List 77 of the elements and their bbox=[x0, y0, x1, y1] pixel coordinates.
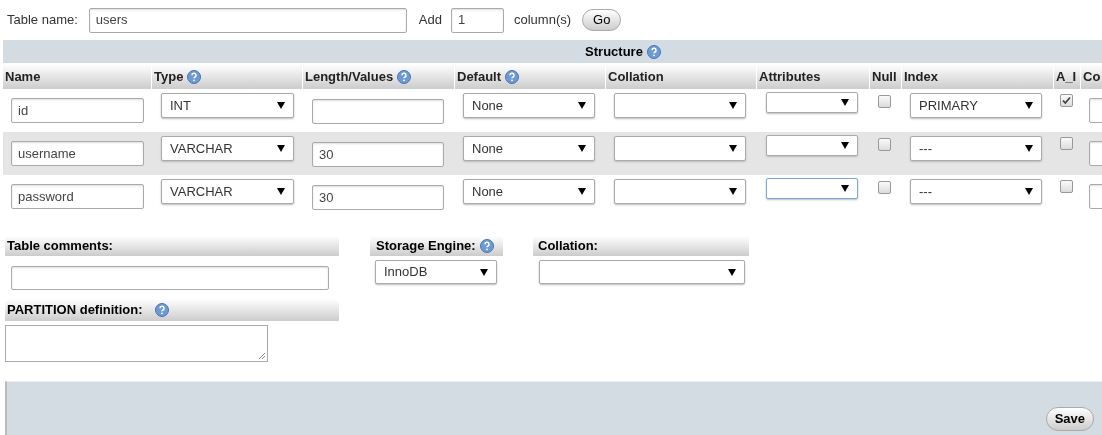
column-header: Default bbox=[455, 64, 605, 89]
dropdown[interactable]: VARCHAR bbox=[161, 136, 294, 161]
dropdown[interactable]: PRIMARY bbox=[910, 93, 1042, 118]
dropdown[interactable]: INT bbox=[161, 93, 294, 118]
caret-icon bbox=[1025, 188, 1033, 195]
dropdown[interactable]: VARCHAR bbox=[161, 179, 294, 204]
column-header: Null bbox=[870, 64, 901, 89]
caret-icon bbox=[841, 185, 849, 192]
caret-icon bbox=[277, 102, 285, 109]
input-field[interactable]: username bbox=[11, 141, 144, 166]
input-field[interactable]: 30 bbox=[312, 185, 444, 210]
dropdown[interactable] bbox=[614, 93, 746, 118]
dropdown[interactable]: None bbox=[463, 179, 595, 204]
caret-icon bbox=[480, 268, 488, 276]
input-field[interactable]: 30 bbox=[312, 142, 444, 167]
section-header: Storage Engine: bbox=[370, 236, 503, 256]
caret-icon bbox=[728, 268, 736, 276]
dropdown[interactable]: InnoDB bbox=[375, 260, 497, 284]
help-icon[interactable] bbox=[646, 44, 661, 59]
add-label: Add bbox=[418, 11, 442, 30]
column-header: Co bbox=[1081, 64, 1102, 89]
column-header: Length/Values bbox=[303, 64, 454, 89]
column-count-field[interactable]: 1 bbox=[450, 7, 504, 33]
input-field[interactable] bbox=[312, 99, 444, 124]
caret-icon bbox=[578, 188, 586, 195]
dropdown[interactable] bbox=[766, 92, 858, 113]
column-header: Collation bbox=[606, 64, 756, 89]
caret-icon bbox=[1025, 145, 1033, 152]
checkbox[interactable] bbox=[1060, 180, 1073, 193]
caret-icon bbox=[277, 188, 285, 195]
caret-icon bbox=[841, 99, 849, 106]
section-header: Collation: bbox=[533, 236, 749, 256]
column-header: Type bbox=[152, 64, 302, 89]
caret-icon bbox=[578, 145, 586, 152]
checkbox[interactable] bbox=[878, 138, 891, 151]
section-header: Table comments: bbox=[5, 236, 339, 256]
checkbox[interactable] bbox=[1060, 94, 1073, 107]
caret-icon bbox=[277, 145, 285, 152]
column-header: Attributes bbox=[757, 64, 869, 89]
structure-header: Structure bbox=[3, 40, 1102, 63]
dropdown[interactable] bbox=[614, 179, 746, 204]
dropdown[interactable] bbox=[766, 178, 858, 199]
partition-textarea[interactable] bbox=[5, 325, 268, 362]
table-name-label: Table name: bbox=[7, 11, 78, 30]
caret-icon bbox=[729, 188, 737, 195]
section-header: PARTITION definition: bbox=[5, 299, 339, 321]
input-field[interactable]: password bbox=[11, 184, 144, 209]
dropdown[interactable]: --- bbox=[910, 136, 1042, 161]
checkbox[interactable] bbox=[878, 181, 891, 194]
input-field[interactable]: id bbox=[11, 98, 144, 123]
dropdown[interactable] bbox=[539, 260, 745, 284]
help-icon[interactable] bbox=[505, 69, 520, 84]
caret-icon bbox=[1025, 102, 1033, 109]
table-name-field[interactable]: users bbox=[88, 7, 407, 33]
dropdown[interactable]: --- bbox=[910, 179, 1042, 204]
dropdown[interactable] bbox=[766, 135, 858, 156]
checkbox[interactable] bbox=[878, 95, 891, 108]
comments-field[interactable] bbox=[11, 266, 329, 290]
caret-icon bbox=[578, 102, 586, 109]
caret-icon bbox=[841, 142, 849, 149]
help-icon[interactable] bbox=[397, 69, 412, 84]
help-icon[interactable] bbox=[187, 69, 202, 84]
go-button[interactable]: Go bbox=[582, 9, 622, 31]
save-button[interactable]: Save bbox=[1045, 407, 1094, 431]
checkbox[interactable] bbox=[1060, 137, 1073, 150]
column-header: A_I bbox=[1054, 64, 1080, 89]
dropdown[interactable] bbox=[614, 136, 746, 161]
dropdown[interactable]: None bbox=[463, 136, 595, 161]
column-header: Index bbox=[902, 64, 1053, 89]
columns-label: column(s) bbox=[513, 11, 572, 30]
caret-icon bbox=[729, 102, 737, 109]
help-icon[interactable] bbox=[479, 239, 494, 253]
caret-icon bbox=[729, 145, 737, 152]
help-icon[interactable] bbox=[154, 303, 169, 317]
resize-grip-icon[interactable] bbox=[258, 352, 266, 360]
dropdown[interactable]: None bbox=[463, 93, 595, 118]
column-header: Name bbox=[3, 64, 151, 89]
